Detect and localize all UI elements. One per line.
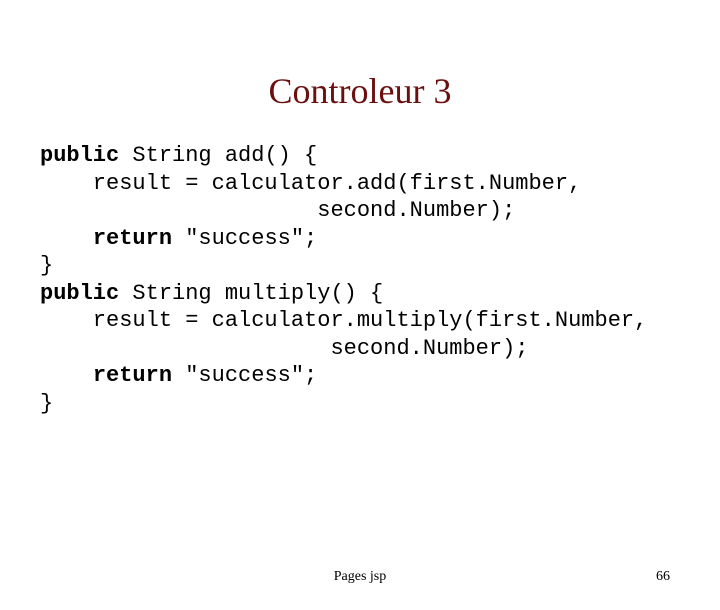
slide: Controleur 3 public String add() { resul… xyxy=(0,70,720,610)
code-text: "success"; xyxy=(172,363,317,388)
keyword-return: return xyxy=(93,226,172,251)
code-text: } xyxy=(40,391,53,416)
code-text: "success"; xyxy=(172,226,317,251)
slide-title: Controleur 3 xyxy=(0,70,720,112)
code-text: second.Number); xyxy=(40,198,515,223)
page-number: 66 xyxy=(656,569,670,585)
code-indent xyxy=(40,363,93,388)
keyword-public: public xyxy=(40,143,119,168)
keyword-public: public xyxy=(40,281,119,306)
code-indent xyxy=(40,226,93,251)
footer-label: Pages jsp xyxy=(0,569,720,585)
code-text: result = calculator.add(first.Number, xyxy=(40,171,581,196)
code-block: public String add() { result = calculato… xyxy=(40,142,720,417)
code-text: String multiply() { xyxy=(119,281,383,306)
keyword-return: return xyxy=(93,363,172,388)
code-text: String add() { xyxy=(119,143,317,168)
code-text: } xyxy=(40,253,53,278)
code-text: result = calculator.multiply(first.Numbe… xyxy=(40,308,647,333)
code-text: second.Number); xyxy=(40,336,528,361)
